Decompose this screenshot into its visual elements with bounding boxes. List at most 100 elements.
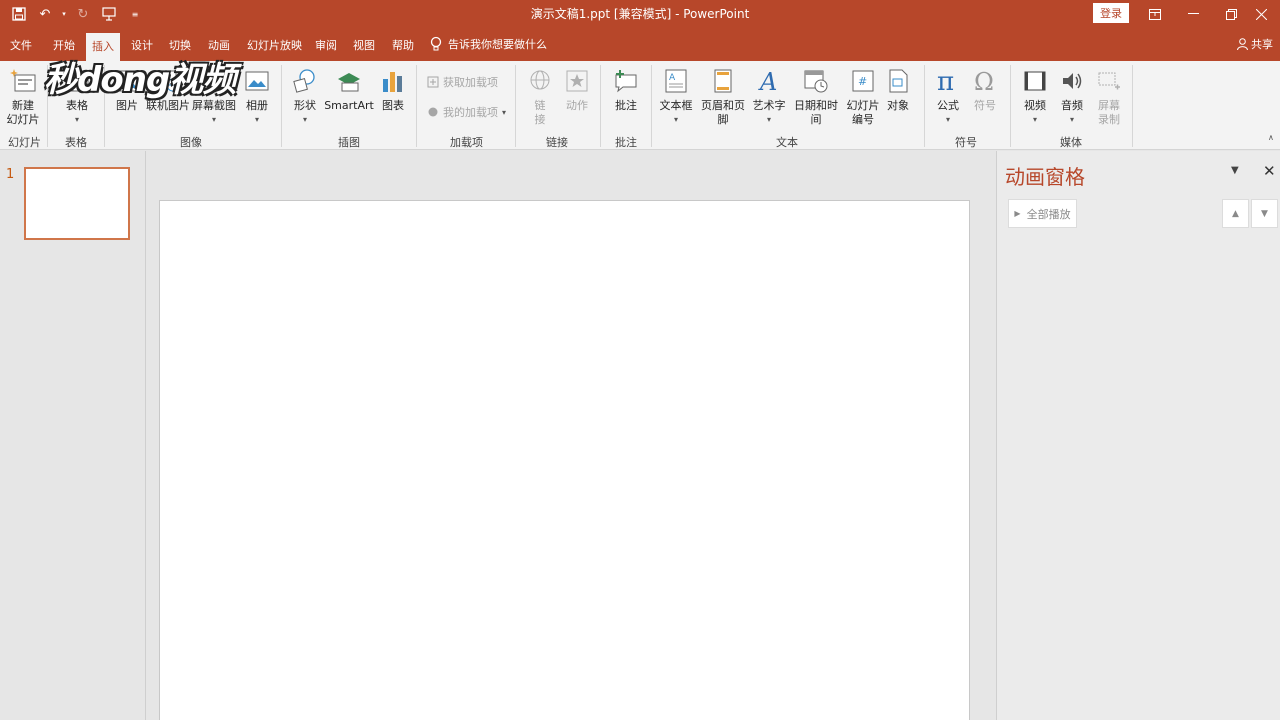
tab-review[interactable]: 审阅 bbox=[315, 37, 337, 53]
close-icon[interactable] bbox=[1242, 0, 1280, 28]
slide-canvas[interactable] bbox=[159, 200, 970, 720]
watermark-logo: 秒dong视频 bbox=[44, 60, 236, 100]
textbox-button[interactable]: A 文本框 ▾ bbox=[659, 65, 693, 127]
group-label-links: 链接 bbox=[546, 136, 568, 149]
separator bbox=[515, 65, 516, 147]
screenshot-label: 屏幕截图 bbox=[192, 99, 236, 112]
get-addins-label: 获取加载项 bbox=[443, 76, 498, 89]
picture-label: 图片 bbox=[116, 99, 138, 112]
collapse-ribbon-icon[interactable]: ∧ bbox=[1268, 133, 1274, 142]
tab-transitions[interactable]: 切换 bbox=[169, 37, 191, 53]
link-label-2: 接 bbox=[534, 113, 546, 126]
move-up-icon[interactable]: ▲ bbox=[1222, 199, 1249, 228]
tab-file[interactable]: 文件 bbox=[10, 37, 32, 53]
object-button[interactable]: 对象 bbox=[883, 65, 913, 113]
comment-label: 批注 bbox=[615, 99, 637, 112]
header-footer-icon bbox=[707, 65, 739, 97]
link-label-1: 链 bbox=[534, 99, 546, 112]
my-addins-button[interactable]: 我的加载项 ▾ bbox=[427, 104, 506, 120]
ribbon-display-options-icon[interactable] bbox=[1136, 0, 1174, 28]
share-button[interactable]: 共享 bbox=[1237, 36, 1273, 52]
shapes-label: 形状 bbox=[294, 99, 316, 112]
pane-options-icon[interactable]: ▼ bbox=[1231, 165, 1239, 176]
link-button[interactable]: 链 接 bbox=[525, 65, 555, 127]
move-down-icon[interactable]: ▼ bbox=[1251, 199, 1278, 228]
wordart-button[interactable]: A 艺术字 ▾ bbox=[752, 65, 786, 127]
separator bbox=[600, 65, 601, 147]
tab-view[interactable]: 视图 bbox=[353, 37, 375, 53]
play-icon: ▶ bbox=[1014, 209, 1021, 218]
video-button[interactable]: 视频 ▾ bbox=[1020, 65, 1050, 127]
wordart-icon: A bbox=[753, 65, 785, 97]
title-bar: ↶ ▾ ↻ ≡ 演示文稿1.ppt [兼容模式] - PowerPoint 登录 bbox=[0, 0, 1280, 28]
audio-button[interactable]: 音频 ▾ bbox=[1057, 65, 1087, 127]
globe-link-icon bbox=[524, 65, 556, 97]
chart-label: 图表 bbox=[382, 99, 404, 112]
film-icon bbox=[1019, 65, 1051, 97]
textbox-icon: A bbox=[660, 65, 692, 97]
slide-number: 1 bbox=[6, 167, 15, 182]
shapes-button[interactable]: 形状 ▾ bbox=[290, 65, 320, 127]
smartart-button[interactable]: SmartArt bbox=[324, 65, 374, 113]
slide-number-label-2: 编号 bbox=[852, 113, 874, 126]
get-addins-button[interactable]: 获取加载项 bbox=[427, 74, 498, 90]
tell-me-search[interactable]: 告诉我你想要做什么 bbox=[430, 36, 547, 52]
new-slide-label-2: 幻灯片 bbox=[6, 113, 40, 126]
equation-button[interactable]: π 公式 ▾ bbox=[933, 65, 963, 127]
date-time-label: 日期和时间 bbox=[794, 99, 838, 126]
symbol-label: 符号 bbox=[974, 99, 996, 112]
symbol-button[interactable]: Ω 符号 bbox=[970, 65, 1000, 113]
wordart-label: 艺术字 bbox=[752, 99, 786, 112]
speaker-icon bbox=[1056, 65, 1088, 97]
comment-button[interactable]: 批注 bbox=[611, 65, 641, 113]
dropdown-caret-icon: ▾ bbox=[302, 115, 307, 124]
album-label: 相册 bbox=[246, 99, 268, 112]
separator bbox=[924, 65, 925, 147]
person-icon bbox=[1237, 38, 1248, 50]
group-label-symbols: 符号 bbox=[955, 136, 977, 149]
new-slide-button[interactable]: 新建 幻灯片 bbox=[4, 65, 42, 127]
screen-recording-button[interactable]: 屏幕 录制 bbox=[1094, 65, 1124, 127]
document-title: 演示文稿1.ppt [兼容模式] - PowerPoint bbox=[530, 7, 750, 21]
slide-editing-area bbox=[147, 151, 995, 720]
comment-icon bbox=[610, 65, 642, 97]
group-label-text: 文本 bbox=[776, 136, 798, 149]
date-time-button[interactable]: 日期和时间 bbox=[789, 65, 843, 127]
slide-thumbnail[interactable] bbox=[24, 167, 130, 240]
login-button[interactable]: 登录 bbox=[1093, 3, 1129, 23]
action-label: 动作 bbox=[566, 99, 588, 112]
header-footer-button[interactable]: 页眉和页脚 bbox=[696, 65, 750, 127]
separator bbox=[281, 65, 282, 147]
smartart-label: SmartArt bbox=[324, 99, 374, 112]
tab-home[interactable]: 开始 bbox=[53, 37, 75, 53]
calendar-clock-icon bbox=[800, 65, 832, 97]
play-all-button[interactable]: ▶ 全部播放 bbox=[1008, 199, 1077, 228]
shapes-icon bbox=[289, 65, 321, 97]
slide-number-button[interactable]: # 幻灯片 编号 bbox=[846, 65, 880, 127]
action-button[interactable]: 动作 bbox=[562, 65, 592, 113]
dropdown-caret-icon: ▾ bbox=[502, 107, 507, 117]
dropdown-caret-icon: ▾ bbox=[673, 115, 678, 124]
new-slide-label: 新建 bbox=[12, 99, 34, 112]
minimize-icon[interactable] bbox=[1174, 0, 1212, 28]
tab-animations[interactable]: 动画 bbox=[208, 37, 230, 53]
svg-text:A: A bbox=[669, 73, 676, 83]
my-addins-label: 我的加载项 bbox=[443, 106, 498, 119]
tab-slideshow[interactable]: 幻灯片放映 bbox=[247, 37, 302, 53]
tab-help[interactable]: 帮助 bbox=[392, 37, 414, 53]
album-button[interactable]: 相册 ▾ bbox=[242, 65, 272, 127]
dropdown-caret-icon: ▾ bbox=[211, 115, 216, 124]
online-picture-label: 联机图片 bbox=[146, 99, 190, 112]
header-footer-label: 页眉和页脚 bbox=[701, 99, 745, 126]
tab-design[interactable]: 设计 bbox=[131, 37, 153, 53]
star-action-icon bbox=[561, 65, 593, 97]
chart-button[interactable]: 图表 bbox=[378, 65, 408, 113]
play-all-label: 全部播放 bbox=[1026, 207, 1071, 221]
screen-recording-label-2: 录制 bbox=[1098, 113, 1120, 126]
close-pane-icon[interactable]: ✕ bbox=[1263, 162, 1276, 180]
dropdown-caret-icon: ▾ bbox=[766, 115, 771, 124]
dropdown-caret-icon: ▾ bbox=[254, 115, 259, 124]
tell-me-label: 告诉我你想要做什么 bbox=[448, 38, 547, 51]
table-label: 表格 bbox=[66, 99, 88, 112]
slide-number-label-1: 幻灯片 bbox=[846, 99, 880, 112]
